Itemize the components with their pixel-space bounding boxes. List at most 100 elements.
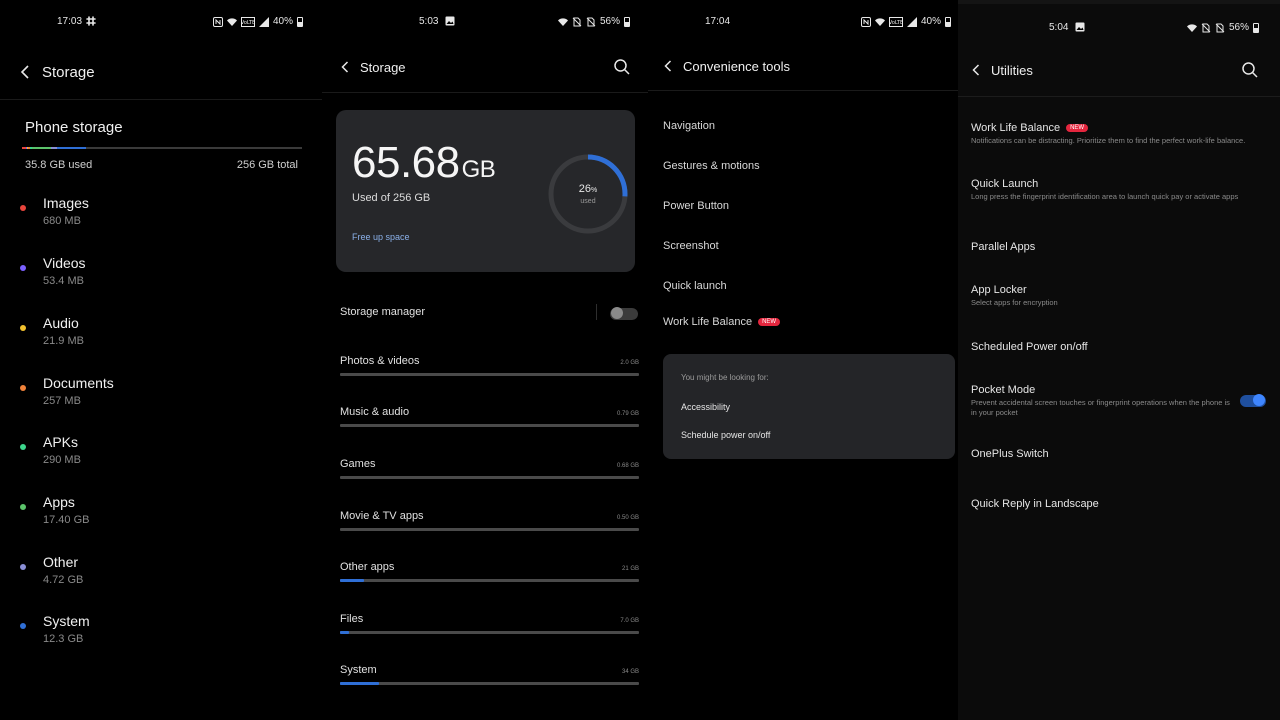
menu-item-work-life-balance[interactable]: Work Life Balance NEW bbox=[663, 316, 781, 328]
utility-title-text: Work Life Balance bbox=[971, 122, 1061, 134]
menu-item-gestures-motions[interactable]: Gestures & motions bbox=[663, 160, 760, 172]
row-label: Files bbox=[340, 613, 364, 625]
free-up-space-link[interactable]: Free up space bbox=[352, 232, 410, 242]
category-size: 680 MB bbox=[43, 215, 81, 227]
used-percent: 26% bbox=[546, 183, 630, 195]
row-value: 0.68 GB bbox=[616, 463, 639, 469]
row-usage-bar bbox=[340, 424, 639, 427]
back-arrow-icon[interactable] bbox=[968, 62, 984, 78]
storage-usage-bar bbox=[22, 147, 302, 149]
back-arrow-icon[interactable] bbox=[660, 58, 676, 74]
used-text: 35.8 GB used bbox=[25, 159, 93, 171]
svg-text:VoLTE: VoLTE bbox=[241, 20, 255, 26]
menu-item-quick-launch[interactable]: Quick launch bbox=[663, 280, 727, 292]
battery-percent: 40% bbox=[921, 16, 942, 27]
nfc-icon bbox=[213, 16, 223, 27]
category-dot bbox=[20, 325, 26, 331]
percent-value: 26 bbox=[578, 183, 591, 195]
used-storage-value: 65.68GB bbox=[352, 138, 496, 188]
utility-quick-reply-landscape[interactable]: Quick Reply in Landscape bbox=[971, 498, 1251, 510]
storage-row-games[interactable]: Games 0.68 GB bbox=[340, 458, 639, 482]
category-size: 257 MB bbox=[43, 395, 81, 407]
percent-sign: % bbox=[591, 187, 598, 194]
storage-row-photos-videos[interactable]: Photos & videos 2.0 GB bbox=[340, 355, 639, 379]
bar-segment-apps bbox=[32, 147, 51, 149]
divider bbox=[958, 96, 1280, 97]
bar-segment-system bbox=[57, 147, 86, 149]
storage-row-files[interactable]: Files 7.0 GB bbox=[340, 613, 639, 637]
pocket-mode-toggle[interactable] bbox=[1240, 394, 1266, 407]
utility-description: Notifications can be distracting. Priori… bbox=[971, 136, 1246, 145]
status-time: 5:04 bbox=[1049, 22, 1069, 33]
utility-parallel-apps[interactable]: Parallel Apps bbox=[971, 241, 1251, 253]
category-name: Other bbox=[43, 554, 79, 570]
utility-oneplus-switch[interactable]: OnePlus Switch bbox=[971, 448, 1251, 460]
slack-icon bbox=[86, 16, 96, 26]
utility-quick-launch[interactable]: Quick Launch Long press the fingerprint … bbox=[971, 178, 1251, 202]
utility-title: Scheduled Power on/off bbox=[971, 341, 1088, 353]
category-dot bbox=[20, 564, 26, 570]
used-unit: GB bbox=[461, 156, 496, 183]
row-value: 21 GB bbox=[621, 566, 639, 572]
volte-icon: VoLTE bbox=[889, 16, 903, 27]
row-label: Photos & videos bbox=[340, 355, 420, 367]
category-size: 21.9 MB bbox=[43, 335, 84, 347]
storage-row-system[interactable]: System 34 GB bbox=[340, 664, 639, 688]
status-bar: 17:03 VoLTE 40% bbox=[0, 14, 322, 30]
battery-icon bbox=[1253, 22, 1260, 33]
menu-item-navigation[interactable]: Navigation bbox=[663, 120, 715, 132]
battery-percent: 56% bbox=[600, 16, 621, 27]
page-title: Storage bbox=[42, 64, 95, 81]
battery-icon bbox=[945, 16, 952, 27]
row-label: Music & audio bbox=[340, 406, 410, 418]
utility-app-locker[interactable]: App Locker Select apps for encryption bbox=[971, 284, 1251, 308]
search-icon[interactable] bbox=[613, 58, 631, 76]
storage-row-other-apps[interactable]: Other apps 21 GB bbox=[340, 561, 639, 585]
row-usage-fill bbox=[340, 631, 349, 634]
status-bar: 5:03 56% bbox=[322, 14, 648, 30]
utility-title: Parallel Apps bbox=[971, 241, 1036, 253]
search-icon[interactable] bbox=[1241, 61, 1259, 79]
row-usage-fill bbox=[340, 682, 379, 685]
utility-work-life-balance[interactable]: Work Life Balance NEW Notifications can b… bbox=[971, 122, 1251, 146]
row-label: Games bbox=[340, 458, 376, 470]
convenience-tools-screen: 17:04 VoLTE 40% Convenience tools Naviga… bbox=[648, 0, 958, 720]
suggestion-schedule-power[interactable]: Schedule power on/off bbox=[681, 430, 770, 440]
divider bbox=[0, 99, 322, 100]
used-of-text: Used of 256 GB bbox=[352, 192, 431, 204]
category-dot bbox=[20, 205, 26, 211]
battery-percent: 56% bbox=[1229, 22, 1250, 33]
category-dot bbox=[20, 265, 26, 271]
row-value: 0.50 GB bbox=[616, 515, 639, 521]
row-label: System bbox=[340, 664, 377, 676]
menu-item-power-button[interactable]: Power Button bbox=[663, 200, 729, 212]
category-name: Apps bbox=[43, 494, 75, 510]
page-title: Storage bbox=[360, 60, 406, 75]
nfc-icon bbox=[861, 16, 871, 27]
utility-scheduled-power[interactable]: Scheduled Power on/off bbox=[971, 341, 1251, 353]
section-title: Phone storage bbox=[25, 119, 123, 136]
divider bbox=[596, 304, 597, 320]
utility-pocket-mode[interactable]: Pocket Mode Prevent accidental screen to… bbox=[971, 384, 1236, 418]
back-arrow-icon[interactable] bbox=[337, 59, 353, 75]
no-sim-icon bbox=[572, 17, 582, 26]
category-size: 53.4 MB bbox=[43, 275, 84, 287]
category-size: 12.3 GB bbox=[43, 633, 84, 645]
status-bar: 5:04 56% bbox=[958, 18, 1280, 34]
category-size: 4.72 GB bbox=[43, 574, 84, 586]
divider bbox=[648, 90, 958, 91]
svg-text:VoLTE: VoLTE bbox=[889, 20, 903, 26]
status-time: 17:03 bbox=[57, 16, 83, 27]
suggestion-accessibility[interactable]: Accessibility bbox=[681, 402, 730, 412]
category-name: APKs bbox=[43, 434, 79, 450]
wifi-icon bbox=[558, 17, 568, 26]
storage-manager-label: Storage manager bbox=[340, 306, 425, 318]
row-usage-bar bbox=[340, 476, 639, 479]
storage-row-music-audio[interactable]: Music & audio 0.79 GB bbox=[340, 406, 639, 430]
row-usage-fill bbox=[340, 579, 364, 582]
storage-row-movie-tv[interactable]: Movie & TV apps 0.50 GB bbox=[340, 510, 639, 534]
back-arrow-icon[interactable] bbox=[17, 64, 33, 80]
menu-item-screenshot[interactable]: Screenshot bbox=[663, 240, 719, 252]
row-usage-bar bbox=[340, 682, 639, 685]
storage-manager-toggle[interactable] bbox=[610, 307, 638, 320]
